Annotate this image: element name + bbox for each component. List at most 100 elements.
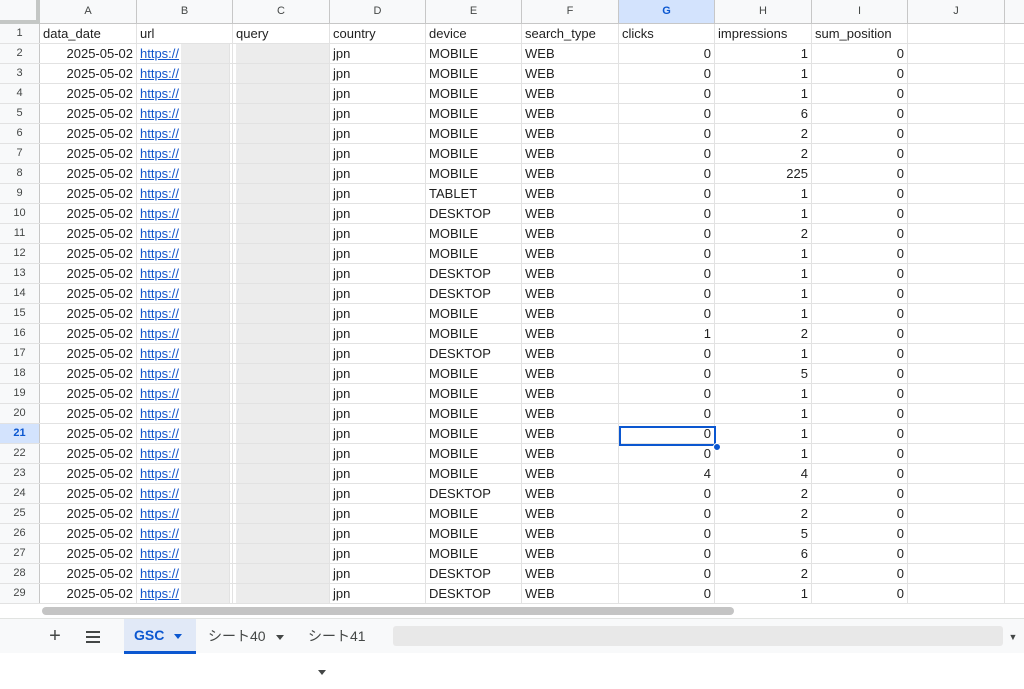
cell-clicks[interactable]: 0 — [619, 224, 715, 243]
cell-query-redacted[interactable] — [236, 504, 330, 523]
empty-cell[interactable] — [908, 104, 1005, 123]
cell-search-type[interactable]: WEB — [522, 424, 619, 443]
cell-device[interactable]: DESKTOP — [426, 264, 522, 283]
cell-device[interactable]: MOBILE — [426, 464, 522, 483]
cell-search-type[interactable]: WEB — [522, 264, 619, 283]
cell-impressions[interactable]: 1 — [715, 84, 812, 103]
cell-search-type[interactable]: WEB — [522, 244, 619, 263]
empty-cell[interactable] — [908, 384, 1005, 403]
cell-data-date[interactable]: 2025-05-02 — [40, 544, 137, 563]
cell-data-date[interactable]: 2025-05-02 — [40, 124, 137, 143]
cell-sum-position[interactable]: 0 — [812, 284, 908, 303]
empty-cell[interactable] — [908, 304, 1005, 323]
cell-search-type[interactable]: WEB — [522, 324, 619, 343]
cell-data-date[interactable]: 2025-05-02 — [40, 84, 137, 103]
cell-impressions[interactable]: 225 — [715, 164, 812, 183]
cell-query-redacted[interactable] — [236, 84, 330, 103]
cell-sum-position[interactable]: 0 — [812, 444, 908, 463]
empty-cell[interactable] — [908, 184, 1005, 203]
cell-query-redacted[interactable] — [236, 564, 330, 583]
cell-clicks[interactable]: 0 — [619, 564, 715, 583]
cell-device[interactable]: MOBILE — [426, 384, 522, 403]
cell-data-date[interactable]: 2025-05-02 — [40, 484, 137, 503]
cell-sum-position[interactable]: 0 — [812, 384, 908, 403]
cell-search-type[interactable]: WEB — [522, 344, 619, 363]
cell-sum-position[interactable]: 0 — [812, 504, 908, 523]
cell-search-type[interactable]: WEB — [522, 464, 619, 483]
empty-cell[interactable] — [908, 264, 1005, 283]
column-header-j[interactable]: J — [908, 0, 1005, 23]
row-header[interactable]: 24 — [0, 484, 40, 503]
header-cell-clicks[interactable]: clicks — [619, 24, 715, 43]
cell-device[interactable]: DESKTOP — [426, 284, 522, 303]
tab-sheet40[interactable]: シート40 — [198, 619, 296, 654]
cell-clicks[interactable]: 0 — [619, 444, 715, 463]
cell-data-date[interactable]: 2025-05-02 — [40, 264, 137, 283]
cell-country[interactable]: jpn — [330, 444, 426, 463]
cell-clicks[interactable]: 0 — [619, 544, 715, 563]
cell-sum-position[interactable]: 0 — [812, 424, 908, 443]
cell-query-redacted[interactable] — [236, 364, 330, 383]
cell-sum-position[interactable]: 0 — [812, 264, 908, 283]
row-header[interactable]: 9 — [0, 184, 40, 203]
cell-clicks[interactable]: 0 — [619, 524, 715, 543]
row-header[interactable]: 3 — [0, 64, 40, 83]
cell-impressions[interactable]: 1 — [715, 244, 812, 263]
cell-search-type[interactable]: WEB — [522, 544, 619, 563]
empty-cell[interactable] — [908, 124, 1005, 143]
row-header[interactable]: 27 — [0, 544, 40, 563]
cell-country[interactable]: jpn — [330, 344, 426, 363]
cell-clicks[interactable]: 0 — [619, 304, 715, 323]
cell-sum-position[interactable]: 0 — [812, 204, 908, 223]
cell-device[interactable]: MOBILE — [426, 84, 522, 103]
cell-query-redacted[interactable] — [236, 524, 330, 543]
cell-data-date[interactable]: 2025-05-02 — [40, 204, 137, 223]
cell-query-redacted[interactable] — [236, 44, 330, 63]
cell-search-type[interactable]: WEB — [522, 524, 619, 543]
empty-cell[interactable] — [908, 344, 1005, 363]
cell-country[interactable]: jpn — [330, 524, 426, 543]
cell-sum-position[interactable]: 0 — [812, 184, 908, 203]
cell-impressions[interactable]: 2 — [715, 144, 812, 163]
empty-cell[interactable] — [908, 564, 1005, 583]
column-header-c[interactable]: C — [233, 0, 330, 23]
cell-sum-position[interactable]: 0 — [812, 144, 908, 163]
row-header[interactable]: 2 — [0, 44, 40, 63]
cell-query-redacted[interactable] — [236, 264, 330, 283]
cell-country[interactable]: jpn — [330, 364, 426, 383]
cell-data-date[interactable]: 2025-05-02 — [40, 384, 137, 403]
empty-cell[interactable] — [908, 524, 1005, 543]
cell-query-redacted[interactable] — [236, 284, 330, 303]
cell-clicks[interactable]: 0 — [619, 124, 715, 143]
cell-search-type[interactable]: WEB — [522, 64, 619, 83]
cell-query-redacted[interactable] — [236, 544, 330, 563]
cell-country[interactable]: jpn — [330, 424, 426, 443]
cell-country[interactable]: jpn — [330, 264, 426, 283]
cell-data-date[interactable]: 2025-05-02 — [40, 244, 137, 263]
cell-device[interactable]: DESKTOP — [426, 564, 522, 583]
cell-search-type[interactable]: WEB — [522, 384, 619, 403]
cell-search-type[interactable]: WEB — [522, 44, 619, 63]
cell-country[interactable]: jpn — [330, 104, 426, 123]
cell-search-type[interactable]: WEB — [522, 124, 619, 143]
empty-cell[interactable] — [908, 324, 1005, 343]
row-header[interactable]: 16 — [0, 324, 40, 343]
cell-impressions[interactable]: 2 — [715, 124, 812, 143]
cell-country[interactable]: jpn — [330, 404, 426, 423]
cell-country[interactable]: jpn — [330, 44, 426, 63]
cell-clicks[interactable]: 0 — [619, 284, 715, 303]
cell-device[interactable]: DESKTOP — [426, 584, 522, 603]
cell-country[interactable]: jpn — [330, 124, 426, 143]
cell-country[interactable]: jpn — [330, 464, 426, 483]
cell-query-redacted[interactable] — [236, 64, 330, 83]
cell-search-type[interactable]: WEB — [522, 184, 619, 203]
cell-query-redacted[interactable] — [236, 324, 330, 343]
cell-impressions[interactable]: 2 — [715, 504, 812, 523]
cell-country[interactable]: jpn — [330, 564, 426, 583]
cell-country[interactable]: jpn — [330, 84, 426, 103]
horizontal-scrollbar-thumb[interactable] — [42, 607, 734, 615]
cell-query-redacted[interactable] — [236, 184, 330, 203]
row-header[interactable]: 12 — [0, 244, 40, 263]
row-header[interactable]: 6 — [0, 124, 40, 143]
empty-cell[interactable] — [908, 284, 1005, 303]
